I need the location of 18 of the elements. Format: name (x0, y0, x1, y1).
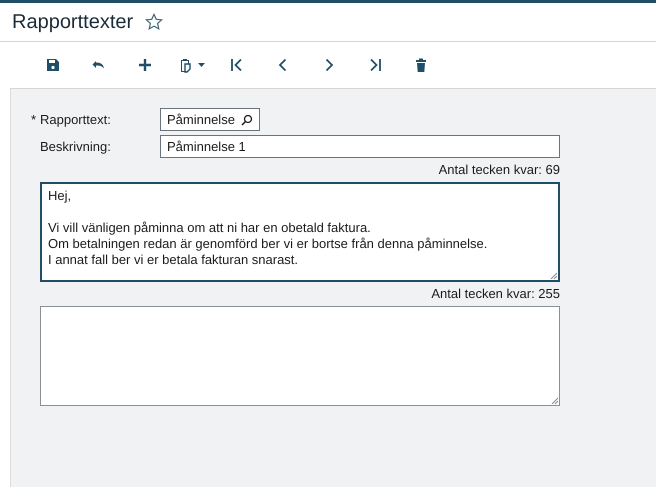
field-label: Beskrivning: (40, 139, 111, 154)
resize-handle-icon[interactable] (551, 397, 558, 404)
delete-icon[interactable] (413, 57, 429, 73)
text-area[interactable]: Hej, Vi vill vänligen påminna om att ni har en obetald faktura. Om betalningen redan är genomförd ber vi er bortse från denna påminnelse. I annat fall ber vi er betala fakturan snarast. (40, 182, 560, 282)
text-area[interactable] (40, 306, 560, 406)
search-icon[interactable] (241, 114, 253, 126)
lookup-field[interactable]: Påminnelse (160, 108, 260, 131)
required-mark: * (31, 112, 38, 127)
favorite-star-icon[interactable] (145, 13, 164, 31)
character-counter: Antal tecken kvar: 255 (430, 286, 560, 301)
save-icon[interactable] (45, 57, 61, 73)
field-label: Rapporttext: (40, 112, 111, 127)
resize-handle-icon[interactable] (550, 272, 557, 279)
input-field[interactable]: Påminnelse 1 (160, 135, 560, 158)
add-icon[interactable] (137, 57, 153, 73)
caret-icon[interactable] (198, 63, 204, 67)
character-counter: Antal tecken kvar: 69 (438, 162, 560, 177)
page-title: Rapporttexter (12, 10, 134, 34)
